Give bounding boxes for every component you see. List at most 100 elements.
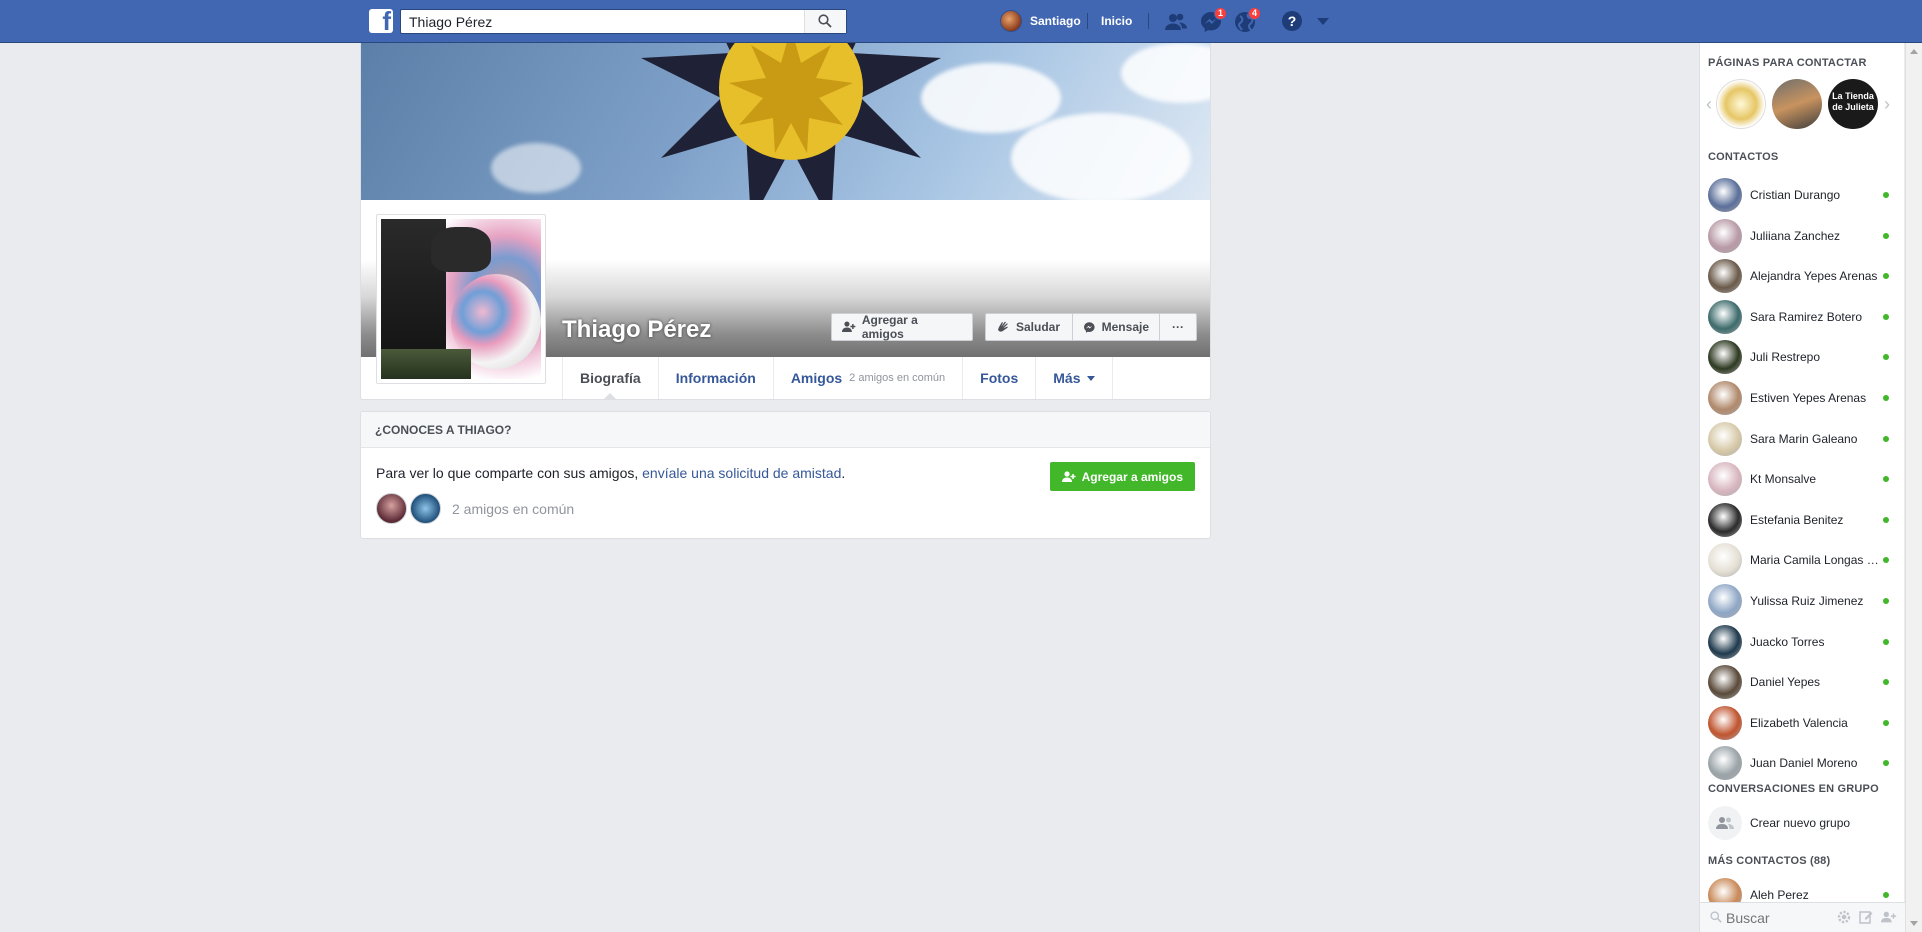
tab-label: Información xyxy=(675,370,756,386)
page-avatar[interactable] xyxy=(1772,79,1822,129)
nav-user-profile[interactable]: Santiago xyxy=(1000,10,1081,32)
online-status-icon xyxy=(1883,719,1889,726)
contact-item[interactable]: Maria Camila Longas Benitez xyxy=(1708,542,1903,578)
add-friend-label: Agregar a amigos xyxy=(1081,469,1183,484)
contact-name: Estiven Yepes Arenas xyxy=(1750,391,1867,405)
contact-item[interactable]: Sara Ramirez Botero xyxy=(1708,299,1903,335)
add-friend-button[interactable]: Agregar a amigos xyxy=(831,313,973,341)
contact-item[interactable]: Alejandra Yepes Arenas xyxy=(1708,258,1903,294)
help-button[interactable]: ? xyxy=(1282,11,1302,31)
tab-biography[interactable]: Biografía xyxy=(563,357,659,399)
online-status-icon xyxy=(1883,557,1889,564)
contact-item[interactable]: Juliiana Zanchez xyxy=(1708,218,1903,254)
avatar xyxy=(1708,584,1742,618)
tab-friends[interactable]: Amigos 2 amigos en común xyxy=(774,357,964,399)
more-contacts-heading: MÁS CONTACTOS (88) xyxy=(1708,855,1831,867)
mutual-friends: 2 amigos en común xyxy=(376,493,574,524)
facebook-logo[interactable]: f xyxy=(369,9,393,33)
profile-header-card: Thiago Pérez Agregar a amigos Saludar Me… xyxy=(360,43,1211,400)
online-status-icon xyxy=(1883,598,1889,604)
compose-icon[interactable] xyxy=(1859,910,1873,924)
friends-icon xyxy=(1165,13,1187,30)
sidebar-scrollbar[interactable] xyxy=(1905,43,1922,932)
tab-information[interactable]: Información xyxy=(659,357,774,399)
search-input[interactable] xyxy=(401,10,805,33)
avatar xyxy=(1708,462,1742,497)
avatar xyxy=(1708,624,1742,659)
contact-name: Juliiana Zanchez xyxy=(1750,228,1841,243)
page-avatar[interactable] xyxy=(1716,79,1766,129)
tab-label: Más xyxy=(1053,370,1081,386)
contact-name: Elizabeth Valencia xyxy=(1750,715,1848,730)
contact-item[interactable]: Yulissa Ruiz Jimenez xyxy=(1708,583,1903,619)
contact-name: Sara Ramirez Botero xyxy=(1750,309,1863,324)
chevron-left-icon[interactable]: ‹ xyxy=(1706,94,1716,115)
create-group-item[interactable]: Crear nuevo grupo xyxy=(1708,805,1903,841)
contact-item[interactable]: Estefania Benitez xyxy=(1708,502,1903,538)
profile-picture[interactable] xyxy=(376,214,546,384)
scroll-up-icon[interactable] xyxy=(1910,49,1918,54)
contact-item[interactable]: Juacko Torres xyxy=(1708,624,1903,660)
contact-item[interactable]: Elizabeth Valencia xyxy=(1708,705,1903,741)
greet-label: Saludar xyxy=(1016,320,1061,334)
chevron-right-icon[interactable]: › xyxy=(1884,94,1894,115)
more-options-button[interactable]: ··· xyxy=(1159,313,1197,341)
online-status-icon xyxy=(1883,395,1889,401)
avatar xyxy=(1708,705,1742,740)
gear-icon[interactable] xyxy=(1837,910,1851,924)
cover-photo[interactable] xyxy=(361,43,1210,200)
tab-photos[interactable]: Fotos xyxy=(963,357,1037,399)
avatar xyxy=(1708,340,1742,375)
add-friend-icon xyxy=(1061,470,1076,482)
new-group-icon[interactable] xyxy=(1881,910,1897,924)
mutual-friend-avatar[interactable] xyxy=(410,493,441,524)
profile-name[interactable]: Thiago Pérez xyxy=(562,316,711,344)
top-bar: f Santiago Inicio 1 xyxy=(0,0,1922,43)
online-status-icon xyxy=(1883,192,1889,198)
friend-requests-button[interactable] xyxy=(1164,10,1188,34)
send-request-link[interactable]: envíale una solicitud de amistad xyxy=(642,465,841,481)
chat-sidebar: PÁGINAS PARA CONTACTAR ‹ La Tienda de Ju… xyxy=(1699,43,1905,932)
contact-name: Juan Daniel Moreno xyxy=(1750,756,1858,771)
contact-item[interactable]: Cristian Durango xyxy=(1708,177,1903,213)
contact-item[interactable]: Estiven Yepes Arenas xyxy=(1708,380,1903,416)
profile-tabs: Biografía Información Amigos 2 amigos en… xyxy=(562,357,1113,399)
create-group-label: Crear nuevo grupo xyxy=(1750,816,1851,830)
notifications-button[interactable]: 4 xyxy=(1233,7,1261,34)
online-status-icon xyxy=(1883,892,1889,898)
online-status-icon xyxy=(1883,354,1889,361)
add-friend-label: Agregar a amigos xyxy=(861,313,918,341)
sidebar-search-bar xyxy=(1700,902,1905,932)
avatar xyxy=(1708,502,1742,537)
message-label: Mensaje xyxy=(1101,320,1149,334)
mutual-friends-text[interactable]: 2 amigos en común xyxy=(452,501,574,517)
sidebar-search-input[interactable] xyxy=(1726,908,1826,928)
contact-item[interactable]: Juan Daniel Moreno xyxy=(1708,745,1903,781)
contact-name: Estefania Benitez xyxy=(1750,512,1844,527)
avatar xyxy=(1708,421,1742,456)
tab-label: Amigos xyxy=(790,370,843,386)
text-suffix: . xyxy=(841,465,846,481)
online-status-icon xyxy=(1883,476,1889,483)
scroll-down-icon[interactable] xyxy=(1910,921,1918,926)
contact-item[interactable]: Sara Marin Galeano xyxy=(1708,421,1903,457)
mutual-friend-avatar[interactable] xyxy=(376,493,407,524)
add-friend-icon xyxy=(842,321,856,332)
search-button[interactable] xyxy=(804,10,846,33)
greet-button[interactable]: Saludar xyxy=(985,313,1073,341)
account-menu-caret-icon[interactable] xyxy=(1317,18,1329,25)
avatar xyxy=(1708,218,1742,253)
avatar xyxy=(1708,259,1742,294)
tab-more[interactable]: Más xyxy=(1036,357,1113,399)
add-friend-green-button[interactable]: Agregar a amigos xyxy=(1049,462,1195,491)
contact-item[interactable]: Daniel Yepes xyxy=(1708,664,1903,700)
nav-user-name: Santiago xyxy=(1030,14,1081,28)
page-avatar[interactable]: La Tienda de Julieta xyxy=(1828,79,1878,129)
nav-home-link[interactable]: Inicio xyxy=(1101,14,1132,28)
contact-item[interactable]: Kt Monsalve xyxy=(1708,461,1903,497)
messages-button[interactable]: 1 xyxy=(1199,7,1227,34)
contact-name: Cristian Durango xyxy=(1750,188,1841,202)
contact-item[interactable]: Juli Restrepo xyxy=(1708,339,1903,375)
message-button[interactable]: Mensaje xyxy=(1072,313,1160,341)
online-status-icon xyxy=(1883,760,1889,767)
